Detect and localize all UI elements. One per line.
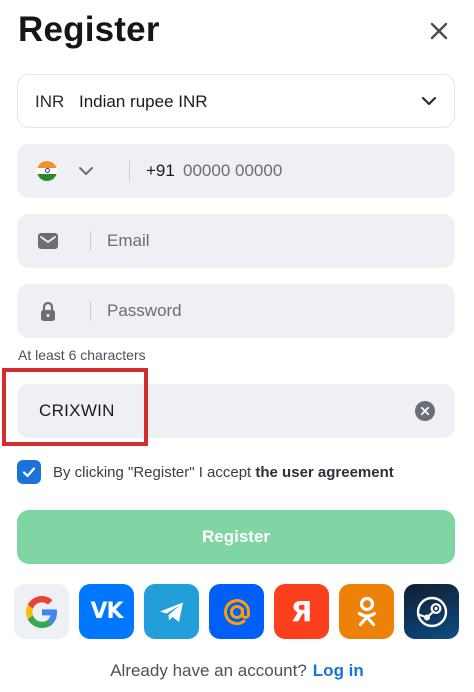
- close-icon[interactable]: [426, 18, 452, 44]
- chevron-down-icon[interactable]: [78, 165, 94, 177]
- mailru-login-button[interactable]: [209, 584, 264, 639]
- clear-icon[interactable]: [415, 401, 435, 421]
- lock-icon: [41, 301, 55, 321]
- agreement-checkbox[interactable]: [17, 460, 41, 484]
- email-placeholder[interactable]: Email: [107, 231, 150, 251]
- currency-select[interactable]: INR Indian rupee INR: [17, 74, 455, 128]
- promo-code-field[interactable]: CRIXWIN: [17, 384, 455, 438]
- phone-prefix: +91: [146, 161, 175, 180]
- vk-login-button[interactable]: VK: [79, 584, 134, 639]
- india-flag-icon[interactable]: [37, 161, 57, 181]
- agreement-row: By clicking "Register" I accept the user…: [17, 460, 394, 484]
- telegram-login-button[interactable]: [144, 584, 199, 639]
- yandex-login-button[interactable]: Я: [274, 584, 329, 639]
- agreement-text: By clicking "Register" I accept the user…: [53, 464, 394, 481]
- check-icon: [22, 467, 36, 478]
- login-prompt: Already have an account? Log in: [0, 661, 474, 681]
- telegram-icon: [159, 602, 183, 622]
- phone-field[interactable]: +91 00000 00000: [17, 144, 455, 198]
- steam-login-button[interactable]: [404, 584, 459, 639]
- google-login-button[interactable]: [14, 584, 69, 639]
- password-hint: At least 6 characters: [18, 347, 146, 363]
- envelope-icon: [38, 233, 58, 249]
- login-prompt-text: Already have an account?: [110, 661, 307, 680]
- promo-code-value[interactable]: CRIXWIN: [39, 401, 115, 421]
- mailru-icon: [223, 598, 250, 625]
- page-title: Register: [18, 10, 160, 49]
- user-agreement-link[interactable]: the user agreement: [255, 464, 393, 481]
- yandex-icon: Я: [290, 595, 313, 628]
- agreement-prefix: By clicking "Register" I accept: [53, 463, 256, 481]
- divider: [90, 231, 91, 251]
- social-login-row: VK Я: [14, 584, 459, 639]
- register-button[interactable]: Register: [17, 510, 455, 564]
- currency-code: INR: [35, 92, 65, 111]
- divider: [129, 161, 130, 181]
- password-field[interactable]: Password: [17, 284, 455, 338]
- steam-icon: [416, 596, 447, 627]
- currency-name: Indian rupee INR: [79, 92, 208, 111]
- divider: [90, 301, 91, 321]
- odnoklassniki-login-button[interactable]: [339, 584, 394, 639]
- phone-input[interactable]: 00000 00000: [183, 161, 282, 181]
- vk-icon: VK: [90, 599, 123, 624]
- google-icon: [25, 595, 57, 628]
- chevron-down-icon: [421, 96, 437, 106]
- login-link[interactable]: Log in: [313, 661, 364, 680]
- password-placeholder[interactable]: Password: [107, 301, 182, 321]
- odnoklassniki-icon: [357, 596, 376, 626]
- email-field[interactable]: Email: [17, 214, 455, 268]
